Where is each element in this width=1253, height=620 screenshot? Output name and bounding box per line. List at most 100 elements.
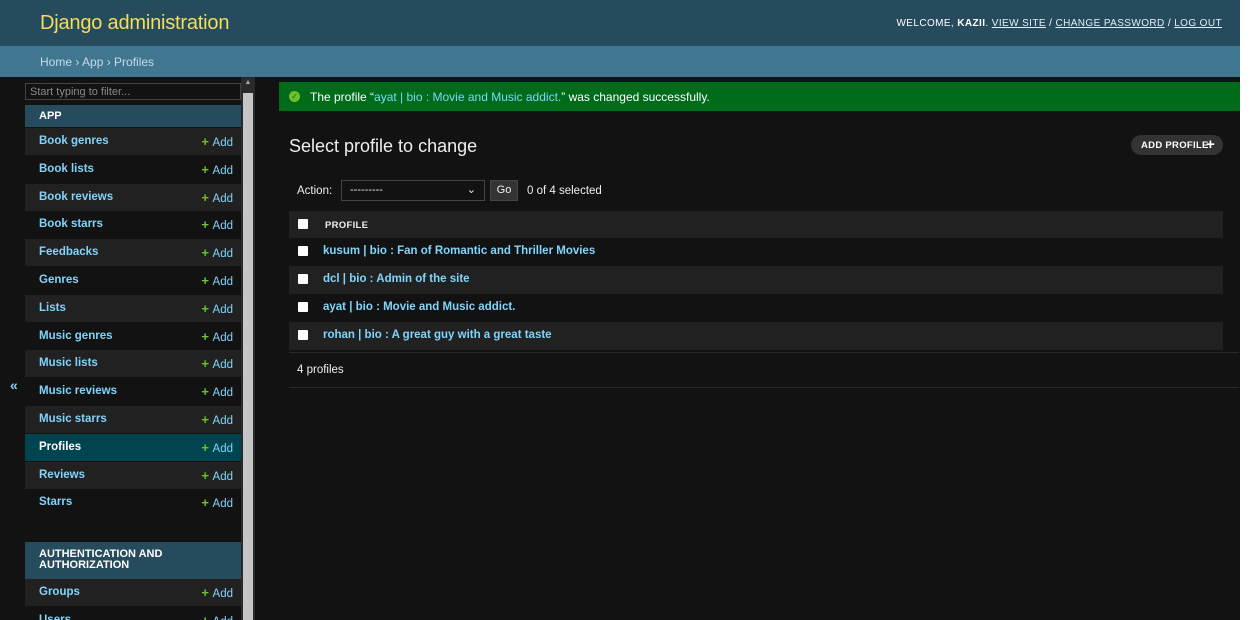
message-object-link[interactable]: ayat | bio : Movie and Music addict. xyxy=(374,90,561,104)
row-checkbox[interactable] xyxy=(298,330,308,340)
add-link[interactable]: + Add xyxy=(201,468,233,483)
row-checkbox[interactable] xyxy=(298,246,308,256)
breadcrumb-text[interactable]: Home › App › Profiles xyxy=(40,55,154,69)
action-select[interactable]: --------- ⌄ xyxy=(341,180,485,201)
sidebar-item-starrs[interactable]: Starrs + Add xyxy=(25,489,241,516)
add-link[interactable]: + Add xyxy=(201,301,233,316)
add-link[interactable]: + Add xyxy=(201,356,233,371)
message-suffix: ” was changed successfully. xyxy=(561,90,710,104)
sidebar-item-book-reviews[interactable]: Book reviews + Add xyxy=(25,184,241,211)
add-link[interactable]: + Add xyxy=(201,440,233,455)
add-link[interactable]: + Add xyxy=(201,613,233,620)
add-link[interactable]: + Add xyxy=(201,245,233,260)
row-checkbox[interactable] xyxy=(298,274,308,284)
add-label: Add xyxy=(212,276,233,288)
sidebar-item-label[interactable]: Lists xyxy=(39,302,66,314)
plus-icon: + xyxy=(201,440,213,455)
breadcrumb: Home › App › Profiles xyxy=(0,46,1240,77)
sidebar-item-music-genres[interactable]: Music genres + Add xyxy=(25,323,241,350)
table-row: rohan | bio : A great guy with a great t… xyxy=(289,322,1223,350)
sidebar-item-label[interactable]: Groups xyxy=(39,586,80,598)
add-label: Add xyxy=(212,193,233,205)
sidebar-item-book-starrs[interactable]: Book starrs + Add xyxy=(25,211,241,238)
sidebar-item-label[interactable]: Music starrs xyxy=(39,413,107,425)
sidebar-item-label[interactable]: Users xyxy=(39,614,71,620)
plus-icon: + xyxy=(1206,136,1216,153)
sidebar-item-label[interactable]: Reviews xyxy=(39,469,85,481)
sidebar-item-label[interactable]: Music lists xyxy=(39,357,98,369)
profile-link[interactable]: kusum | bio : Fan of Romantic and Thrill… xyxy=(323,245,595,257)
add-link[interactable]: + Add xyxy=(201,162,233,177)
change-password-link[interactable]: CHANGE PASSWORD xyxy=(1055,18,1164,29)
sidebar-item-label[interactable]: Book starrs xyxy=(39,218,103,230)
plus-icon: + xyxy=(201,273,213,288)
sidebar-item-music-lists[interactable]: Music lists + Add xyxy=(25,350,241,377)
sidebar-item-reviews[interactable]: Reviews + Add xyxy=(25,462,241,489)
separator: / xyxy=(1164,18,1175,29)
sidebar-item-lists[interactable]: Lists + Add xyxy=(25,295,241,322)
chevron-down-icon: ⌄ xyxy=(466,184,476,196)
add-link[interactable]: + Add xyxy=(201,217,233,232)
sidebar-item-groups[interactable]: Groups + Add xyxy=(25,579,241,606)
sidebar-item-label[interactable]: Book reviews xyxy=(39,191,113,203)
profile-link[interactable]: dcl | bio : Admin of the site xyxy=(323,273,470,285)
site-brand[interactable]: Django administration xyxy=(40,12,229,35)
add-label: Add xyxy=(212,137,233,149)
plus-icon: + xyxy=(201,245,213,260)
add-link[interactable]: + Add xyxy=(201,134,233,149)
sidebar-item-label[interactable]: Book lists xyxy=(39,163,94,175)
sidebar-item-profiles[interactable]: Profiles + Add xyxy=(25,434,241,461)
collapse-sidebar-icon[interactable]: « xyxy=(10,377,18,393)
log-out-link[interactable]: LOG OUT xyxy=(1174,18,1222,29)
view-site-link[interactable]: VIEW SITE xyxy=(992,18,1046,29)
sidebar-item-label[interactable]: Profiles xyxy=(39,441,81,453)
sidebar-item-label[interactable]: Music genres xyxy=(39,330,113,342)
sidebar-item-music-reviews[interactable]: Music reviews + Add xyxy=(25,378,241,405)
table-row: dcl | bio : Admin of the site xyxy=(289,266,1223,294)
message-prefix: The profile “ xyxy=(310,90,375,104)
table-row: ayat | bio : Movie and Music addict. xyxy=(289,294,1223,322)
add-link[interactable]: + Add xyxy=(201,412,233,427)
sidebar-item-label[interactable]: Music reviews xyxy=(39,385,117,397)
sidebar-item-book-genres[interactable]: Book genres + Add xyxy=(25,128,241,155)
scroll-up-icon[interactable]: ▲ xyxy=(241,79,255,86)
row-checkbox[interactable] xyxy=(298,302,308,312)
add-link[interactable]: + Add xyxy=(201,329,233,344)
sidebar-item-genres[interactable]: Genres + Add xyxy=(25,267,241,294)
go-button[interactable]: Go xyxy=(490,180,518,201)
sidebar-toggle[interactable]: « xyxy=(0,77,25,620)
plus-icon: + xyxy=(201,585,213,600)
scrollbar-thumb[interactable] xyxy=(243,93,253,620)
add-link[interactable]: + Add xyxy=(201,495,233,510)
add-link[interactable]: + Add xyxy=(201,190,233,205)
add-label: Add xyxy=(212,359,233,371)
column-header-profile[interactable]: PROFILE xyxy=(325,220,368,231)
plus-icon: + xyxy=(201,134,213,149)
sidebar-item-feedbacks[interactable]: Feedbacks + Add xyxy=(25,239,241,266)
add-profile-button[interactable]: ADD PROFILE + xyxy=(1131,135,1223,155)
sidebar-scrollbar[interactable]: ▲ xyxy=(241,77,255,620)
select-all-checkbox[interactable] xyxy=(298,219,308,229)
add-link[interactable]: + Add xyxy=(201,585,233,600)
sidebar-item-music-starrs[interactable]: Music starrs + Add xyxy=(25,406,241,433)
add-link[interactable]: + Add xyxy=(201,273,233,288)
sidebar-item-users[interactable]: Users + Add xyxy=(25,607,241,620)
app-caption[interactable]: APP xyxy=(25,105,241,127)
table-header: PROFILE xyxy=(289,211,1223,238)
sidebar-item-label[interactable]: Book genres xyxy=(39,135,109,147)
plus-icon: + xyxy=(201,217,213,232)
sidebar-filter-input[interactable] xyxy=(25,83,241,100)
sidebar-item-label[interactable]: Genres xyxy=(39,274,79,286)
user-tools: WELCOME, KAZII. VIEW SITE / CHANGE PASSW… xyxy=(896,18,1222,29)
profile-link[interactable]: ayat | bio : Movie and Music addict. xyxy=(323,301,515,313)
profile-link[interactable]: rohan | bio : A great guy with a great t… xyxy=(323,329,552,341)
plus-icon: + xyxy=(201,329,213,344)
sidebar-item-label[interactable]: Starrs xyxy=(39,496,72,508)
auth-caption[interactable]: AUTHENTICATION AND AUTHORIZATION xyxy=(25,542,241,579)
add-label: Add xyxy=(212,248,233,260)
add-label: Add xyxy=(212,165,233,177)
add-link[interactable]: + Add xyxy=(201,384,233,399)
actions-bar: Action: --------- ⌄ Go 0 of 4 selected xyxy=(289,178,1223,203)
sidebar-item-book-lists[interactable]: Book lists + Add xyxy=(25,156,241,183)
sidebar-item-label[interactable]: Feedbacks xyxy=(39,246,98,258)
